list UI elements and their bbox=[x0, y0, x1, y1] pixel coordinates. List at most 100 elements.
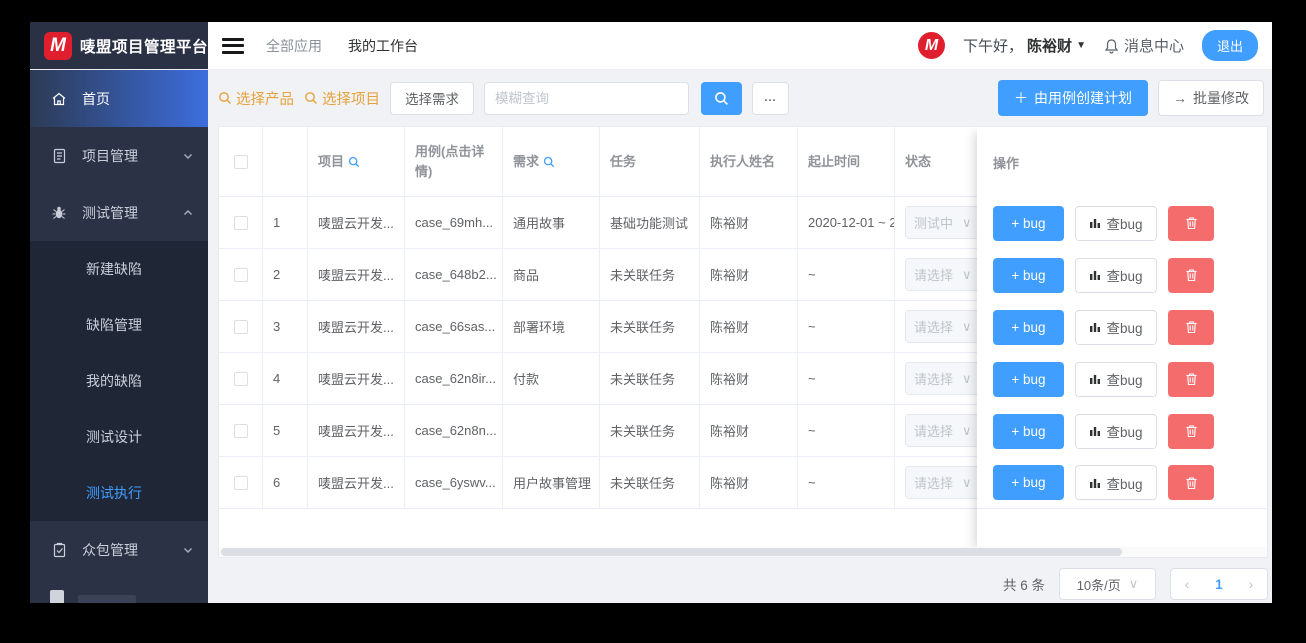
sidebar-item-defect-mgmt[interactable]: 缺陷管理 bbox=[30, 297, 208, 353]
executor-header-label: 执行人姓名 bbox=[710, 153, 776, 169]
tab-all-apps[interactable]: 全部应用 bbox=[262, 36, 326, 56]
usecase-cell[interactable]: case_66sas... bbox=[405, 301, 503, 352]
row-checkbox[interactable] bbox=[233, 267, 248, 282]
add-bug-button[interactable]: + bug bbox=[993, 413, 1064, 449]
search-icon[interactable] bbox=[348, 156, 360, 168]
pager: ‹ 1 › bbox=[1170, 568, 1268, 600]
delete-button[interactable] bbox=[1168, 413, 1214, 449]
sidebar-item-label: 众包管理 bbox=[82, 541, 138, 558]
sidebar-item-test-mgmt[interactable]: 测试管理 bbox=[30, 184, 208, 241]
create-plan-button[interactable]: ＋ 由用例创建计划 bbox=[998, 80, 1148, 116]
user-menu[interactable]: 下午好， 陈裕财 ▼ bbox=[963, 35, 1086, 56]
search-button[interactable] bbox=[701, 81, 742, 115]
more-filters-button[interactable]: ... bbox=[752, 81, 789, 115]
chevron-down-icon bbox=[184, 153, 192, 159]
horizontal-scrollbar[interactable] bbox=[219, 547, 1267, 557]
sidebar-item-new-defect[interactable]: 新建缺陷 bbox=[30, 241, 208, 297]
prev-page-button[interactable]: ‹ bbox=[1171, 568, 1203, 600]
usecase-cell[interactable]: case_648b2... bbox=[405, 249, 503, 300]
scrollbar-thumb[interactable] bbox=[221, 548, 1123, 556]
sidebar-item-clipped bbox=[50, 590, 180, 603]
view-bug-button[interactable]: 查bug bbox=[1075, 309, 1157, 345]
delete-button[interactable] bbox=[1168, 205, 1214, 241]
add-bug-button[interactable]: + bug bbox=[993, 205, 1064, 241]
add-bug-button[interactable]: + bug bbox=[993, 465, 1064, 500]
clipboard-check-icon bbox=[50, 541, 68, 559]
search-icon[interactable] bbox=[543, 156, 555, 168]
task-header-label: 任务 bbox=[610, 153, 637, 169]
page-number[interactable]: 1 bbox=[1203, 568, 1235, 600]
chevron-down-icon: ∨ bbox=[1128, 576, 1139, 591]
sidebar-item-test-design[interactable]: 测试设计 bbox=[30, 409, 208, 465]
usecase-cell[interactable]: case_62n8ir... bbox=[405, 353, 503, 404]
user-avatar[interactable]: M bbox=[918, 32, 946, 59]
sidebar-item-label: 我的缺陷 bbox=[86, 373, 142, 389]
row-index: 2 bbox=[263, 249, 308, 300]
fuzzy-search-input[interactable] bbox=[484, 81, 689, 115]
view-bug-button[interactable]: 查bug bbox=[1075, 413, 1157, 449]
search-icon bbox=[715, 91, 728, 105]
sidebar-item-project-mgmt[interactable]: 项目管理 bbox=[30, 127, 208, 184]
requirement-cell: 通用故事 bbox=[503, 197, 600, 248]
time-cell: ~ bbox=[798, 457, 895, 508]
chevron-down-icon: ∨ bbox=[962, 266, 972, 282]
usecase-header: 用例(点击详情) bbox=[405, 127, 503, 196]
usecase-cell[interactable]: case_62n8n... bbox=[405, 405, 503, 456]
sidebar-item-label: 缺陷管理 bbox=[86, 317, 142, 333]
view-bug-label: 查bug bbox=[1106, 373, 1143, 388]
select-all-checkbox[interactable] bbox=[233, 154, 248, 169]
view-bug-button[interactable]: 查bug bbox=[1075, 257, 1157, 293]
row-checkbox[interactable] bbox=[233, 371, 248, 386]
operations-row: + bug 查bug bbox=[977, 353, 1267, 405]
header-bar: 全部应用 我的工作台 M 下午好， 陈裕财 ▼ 消息中心 退出 bbox=[208, 22, 1272, 69]
add-bug-button[interactable]: + bug bbox=[993, 361, 1064, 397]
tab-my-workbench[interactable]: 我的工作台 bbox=[344, 36, 422, 56]
message-center[interactable]: 消息中心 bbox=[1104, 35, 1184, 56]
sidebar-item-test-execution[interactable]: 测试执行 bbox=[30, 465, 208, 521]
sidebar-item-home[interactable]: 首页 bbox=[30, 70, 208, 127]
page-size-select[interactable]: 10条/页 ∨ bbox=[1059, 568, 1156, 600]
time-cell: 2020-12-01 ~ 20 bbox=[798, 197, 895, 248]
status-select-value: 测试中 bbox=[914, 216, 954, 231]
test-execution-table: 项目 用例(点击详情) 需求 任务 执行人姓名 起止时间 状态 1 唛盟云开发.… bbox=[218, 126, 1268, 558]
select-project-link[interactable]: 选择项目 bbox=[304, 88, 380, 109]
operations-header: 操作 bbox=[993, 155, 1020, 171]
row-checkbox[interactable] bbox=[233, 423, 248, 438]
row-checkbox[interactable] bbox=[233, 475, 248, 490]
delete-button[interactable] bbox=[1168, 309, 1214, 345]
row-checkbox[interactable] bbox=[233, 215, 248, 230]
sidebar-item-label: 测试设计 bbox=[86, 429, 142, 445]
sidebar-item-my-defects[interactable]: 我的缺陷 bbox=[30, 353, 208, 409]
project-cell: 唛盟云开发... bbox=[308, 301, 405, 352]
hamburger-icon[interactable] bbox=[222, 37, 244, 54]
delete-button[interactable] bbox=[1168, 257, 1214, 293]
next-page-button[interactable]: › bbox=[1235, 568, 1267, 600]
search-icon bbox=[219, 92, 231, 104]
delete-button[interactable] bbox=[1168, 465, 1214, 500]
view-bug-label: 查bug bbox=[1106, 321, 1143, 336]
trash-icon bbox=[1185, 320, 1198, 334]
time-header: 起止时间 bbox=[798, 127, 895, 196]
trash-icon bbox=[1185, 268, 1198, 282]
select-product-link[interactable]: 选择产品 bbox=[218, 88, 294, 109]
usecase-cell[interactable]: case_6yswv... bbox=[405, 457, 503, 508]
bar-chart-icon bbox=[1089, 321, 1101, 333]
add-bug-button[interactable]: + bug bbox=[993, 257, 1064, 293]
row-checkbox[interactable] bbox=[233, 319, 248, 334]
view-bug-button[interactable]: 查bug bbox=[1075, 465, 1157, 500]
time-header-label: 起止时间 bbox=[808, 153, 861, 169]
app-window: M 唛盟项目管理平台 全部应用 我的工作台 M 下午好， 陈裕财 ▼ 消息中心 … bbox=[30, 22, 1272, 603]
usecase-cell[interactable]: case_69mh... bbox=[405, 197, 503, 248]
executor-cell: 陈裕财 bbox=[700, 457, 798, 508]
sidebar-item-crowdsourcing[interactable]: 众包管理 bbox=[30, 521, 208, 578]
view-bug-button[interactable]: 查bug bbox=[1075, 361, 1157, 397]
add-bug-button[interactable]: + bug bbox=[993, 309, 1064, 345]
brand-logo-icon: M bbox=[44, 31, 72, 60]
view-bug-button[interactable]: 查bug bbox=[1075, 205, 1157, 241]
logout-button[interactable]: 退出 bbox=[1201, 30, 1258, 61]
delete-button[interactable] bbox=[1168, 361, 1214, 397]
project-header: 项目 bbox=[308, 127, 405, 196]
batch-edit-button[interactable]: → 批量修改 bbox=[1158, 80, 1264, 116]
status-select-value: 请选择 bbox=[914, 268, 954, 283]
select-requirement-button[interactable]: 选择需求 bbox=[390, 81, 474, 115]
